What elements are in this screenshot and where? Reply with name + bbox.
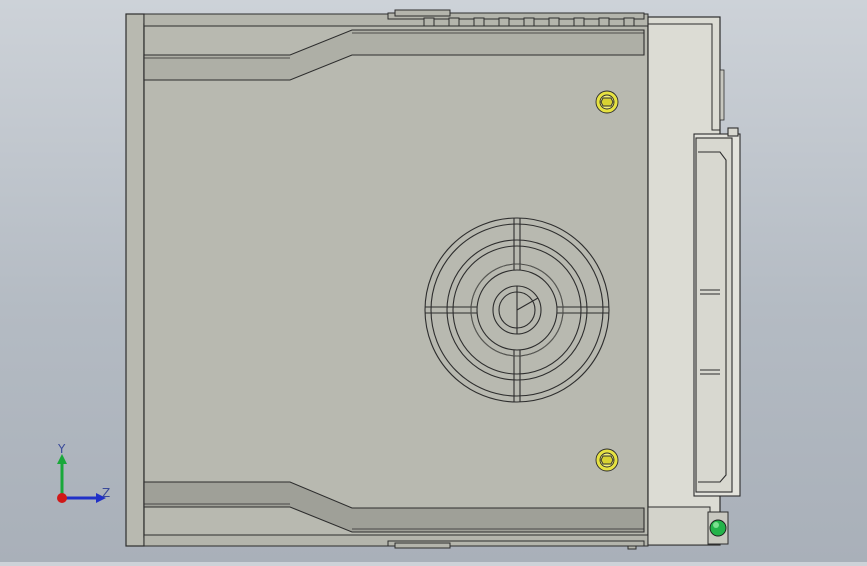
screw-bottom [595, 448, 619, 472]
y-axis-label: Y [58, 442, 66, 456]
status-led [709, 519, 727, 537]
left-flange [125, 13, 145, 547]
bottom-rail [387, 540, 645, 550]
terminal-bracket [693, 127, 741, 497]
z-axis-label: Z [102, 486, 111, 500]
main-face [143, 23, 649, 538]
bottom-right-block [647, 506, 711, 546]
cad-viewport[interactable]: Y Z [0, 0, 867, 562]
enclosure-drawing [125, 9, 741, 550]
screw-top [595, 90, 619, 114]
